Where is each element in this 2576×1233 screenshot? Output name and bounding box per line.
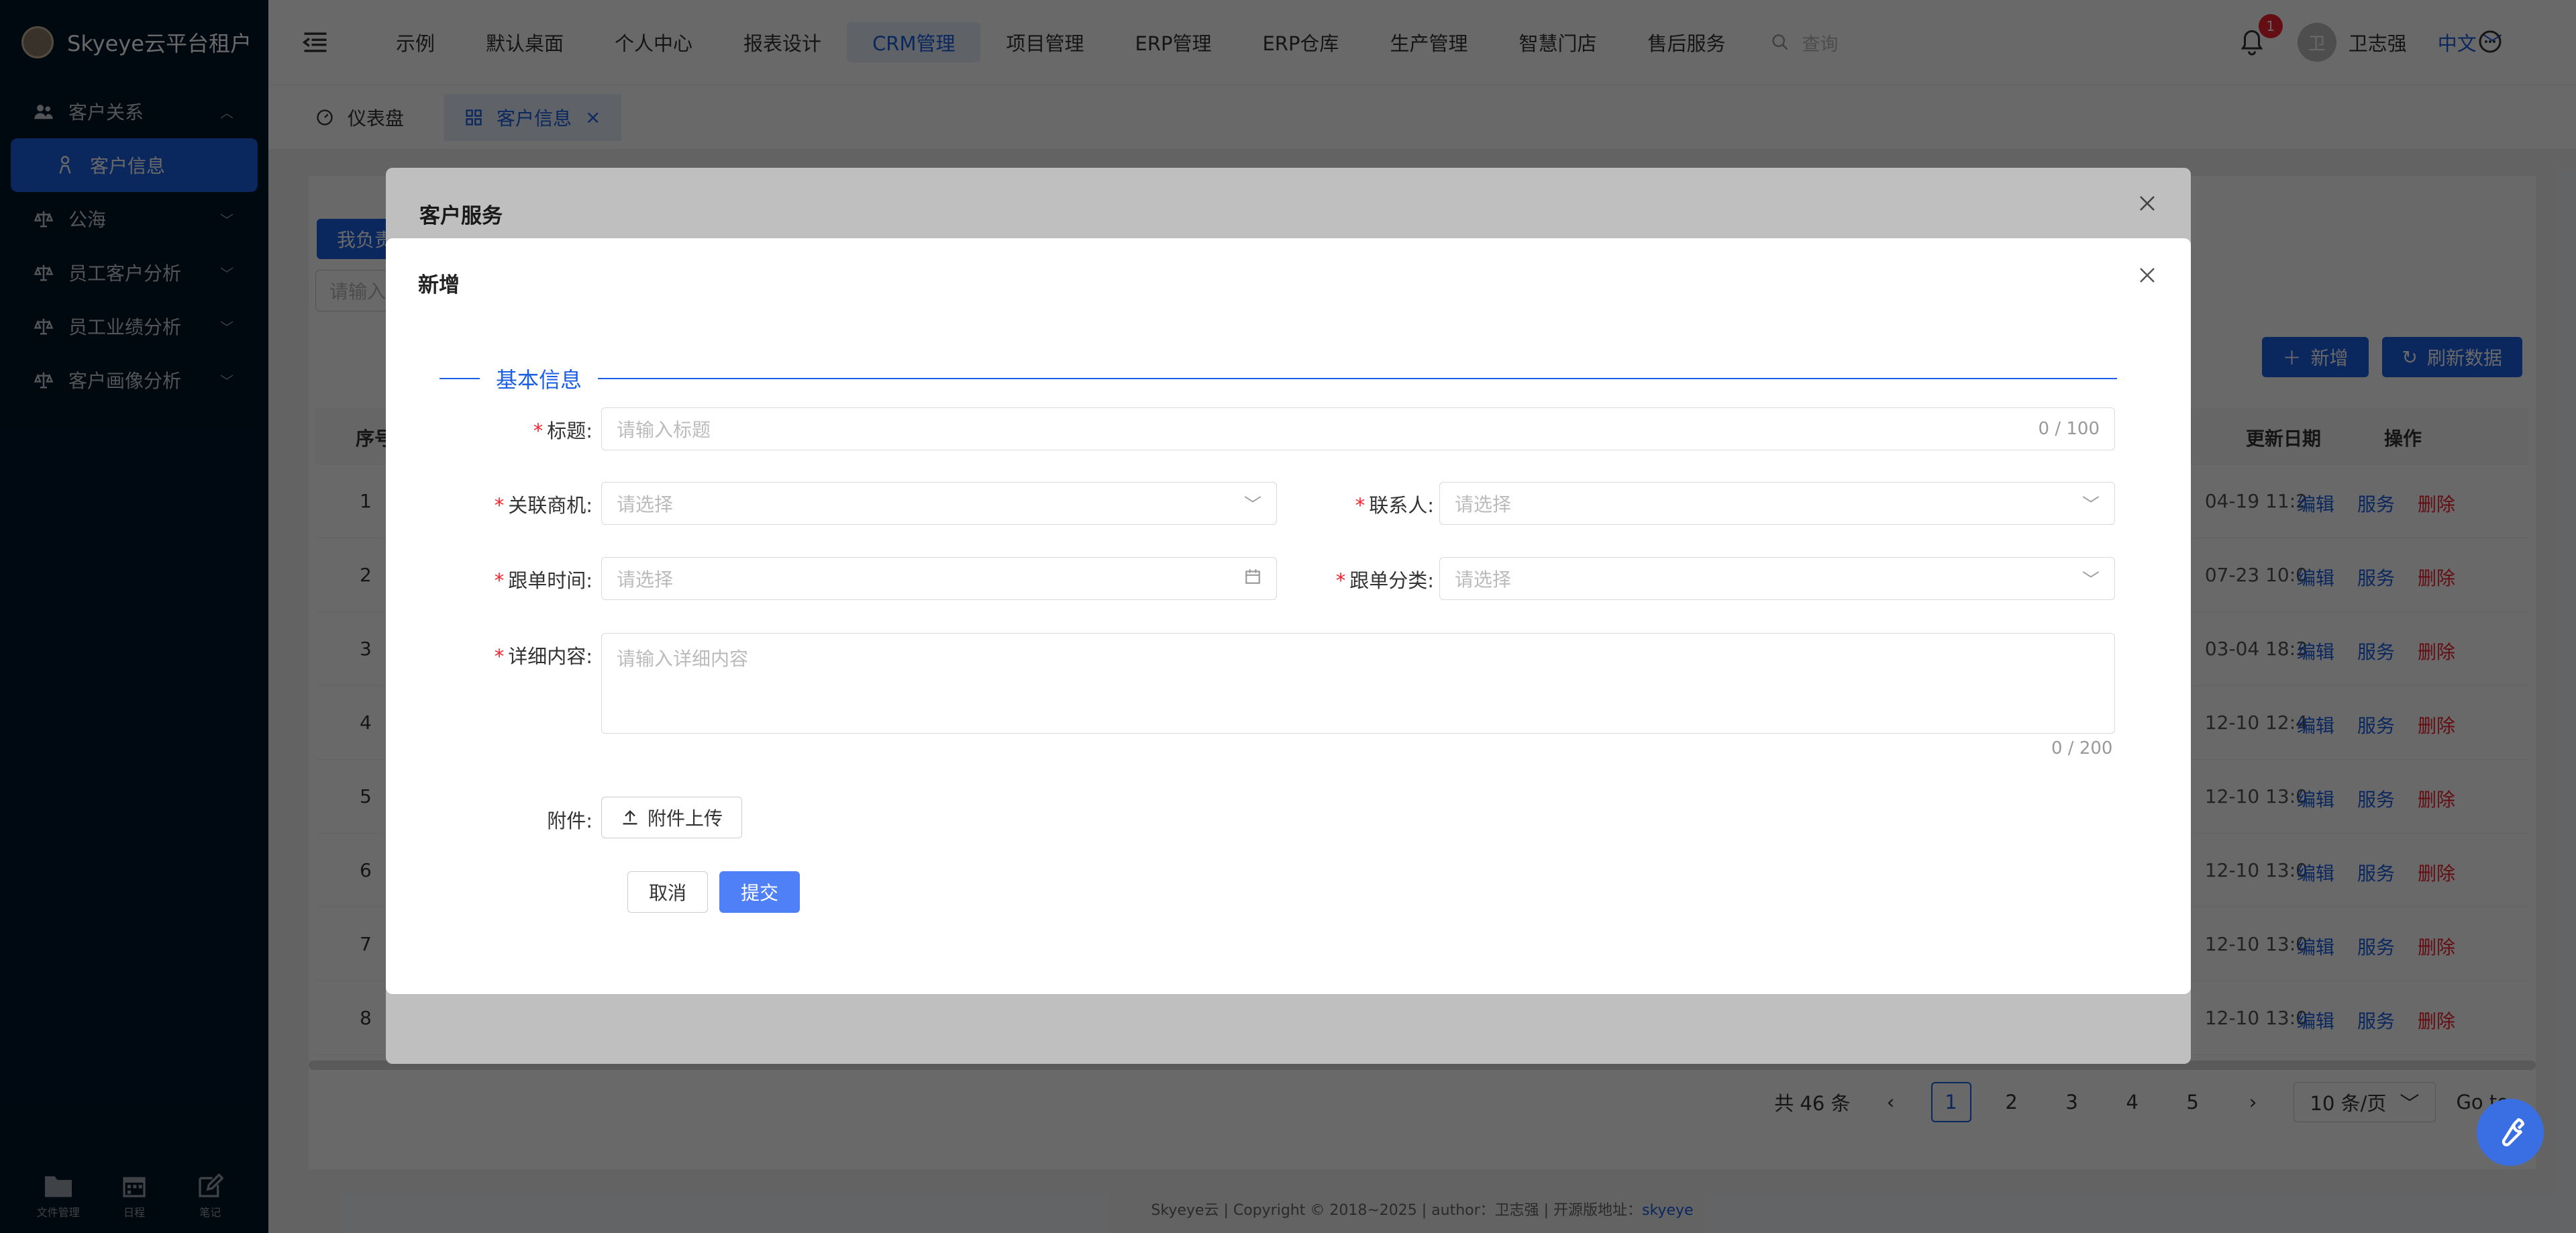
contact-select[interactable]: 请选择 ﹀ <box>1439 482 2115 525</box>
followup-time-placeholder: 请选择 <box>617 569 674 591</box>
title-input[interactable]: 请输入标题 0 / 100 <box>601 407 2115 450</box>
contact-label: * 联系人: <box>1355 494 1434 517</box>
attachment-label: 附件: <box>547 809 593 832</box>
title-label: * 标题: <box>533 420 593 442</box>
followup-type-label: * 跟单分类: <box>1335 569 1434 592</box>
cancel-button[interactable]: 取消 <box>627 871 708 913</box>
detail-textarea[interactable]: 请输入详细内容 <box>601 633 2115 734</box>
detail-label-text: 详细内容 <box>508 645 586 668</box>
followup-type-label-text: 跟单分类 <box>1349 569 1428 592</box>
followup-time-label: * 跟单时间: <box>494 569 593 592</box>
submit-button[interactable]: 提交 <box>719 871 800 913</box>
chevron-down-icon: ﹀ <box>1243 495 1261 515</box>
tools-fab[interactable] <box>2477 1099 2544 1166</box>
modal-title: 新增 <box>418 273 460 297</box>
section-divider: 基本信息 <box>440 363 2117 394</box>
section-title: 基本信息 <box>496 367 582 393</box>
chevron-down-icon: ﹀ <box>2081 570 2100 591</box>
upload-button[interactable]: 附件上传 <box>601 797 743 838</box>
upload-icon <box>623 810 637 825</box>
divider-line <box>440 378 480 379</box>
opportunity-label: * 关联商机: <box>494 494 593 517</box>
attachment-label-text: 附件 <box>547 809 586 832</box>
calendar-icon <box>1244 568 1261 590</box>
opportunity-placeholder: 请选择 <box>617 493 674 515</box>
title-counter: 0 / 100 <box>2038 419 2100 439</box>
title-placeholder: 请输入标题 <box>617 419 711 441</box>
detail-label: * 详细内容: <box>494 645 593 668</box>
contact-label-text: 联系人 <box>1369 494 1428 517</box>
followup-type-placeholder: 请选择 <box>1455 569 1512 591</box>
chevron-down-icon: ﹀ <box>2081 495 2100 515</box>
followup-type-select[interactable]: 请选择 ﹀ <box>1439 557 2115 600</box>
followup-time-label-text: 跟单时间 <box>508 569 586 592</box>
detail-counter: 0 / 200 <box>2051 738 2113 758</box>
followup-time-picker[interactable]: 请选择 <box>601 557 1277 600</box>
add-followup-modal: 新增 基本信息 * 标题: 请输入标题 0 / 100 * 关联商机: 请选择 ﹀ … <box>386 238 2191 994</box>
title-label-text: 标题 <box>547 420 586 442</box>
opportunity-label-text: 关联商机 <box>508 494 586 517</box>
contact-placeholder: 请选择 <box>1455 493 1512 515</box>
divider-line <box>598 378 2117 379</box>
opportunity-select[interactable]: 请选择 ﹀ <box>601 482 1277 525</box>
upload-button-label: 附件上传 <box>648 807 723 830</box>
wrench-icon <box>2502 1118 2525 1146</box>
close-icon[interactable] <box>2137 265 2157 285</box>
detail-placeholder: 请输入详细内容 <box>617 648 749 670</box>
